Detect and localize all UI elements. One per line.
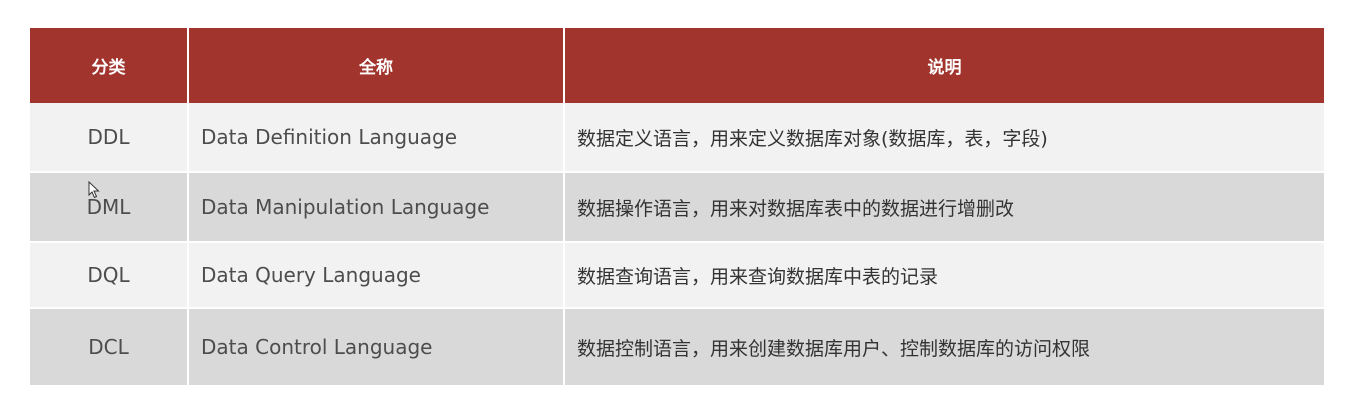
header-full-name: 全称 [188, 28, 565, 103]
header-description: 说明 [564, 28, 1324, 103]
row-description: 数据查询语言，用来查询数据库中表的记录 [564, 242, 1324, 309]
row-category: DDL [30, 103, 189, 173]
header-category: 分类 [30, 28, 189, 103]
row-full-name: Data Definition Language [188, 103, 565, 173]
row-category: DQL [30, 242, 189, 309]
sql-category-table: 分类 全称 说明 DDL Data Definition Language 数据… [30, 28, 1324, 387]
row-description: 数据操作语言，用来对数据库表中的数据进行增删改 [564, 172, 1324, 243]
mouse-pointer-icon [88, 181, 100, 199]
table-row: DDL Data Definition Language 数据定义语言，用来定义… [30, 103, 1324, 173]
table-row: DCL Data Control Language 数据控制语言，用来创建数据库… [30, 308, 1324, 387]
row-full-name: Data Manipulation Language [188, 172, 565, 243]
row-full-name: Data Query Language [188, 242, 565, 309]
table-row: DQL Data Query Language 数据查询语言，用来查询数据库中表… [30, 242, 1324, 309]
row-full-name: Data Control Language [188, 308, 565, 387]
row-category: DML [30, 172, 189, 243]
row-description: 数据控制语言，用来创建数据库用户、控制数据库的访问权限 [564, 308, 1324, 387]
row-category: DCL [30, 308, 189, 387]
table-body: DDL Data Definition Language 数据定义语言，用来定义… [30, 103, 1324, 387]
header-row: 分类 全称 说明 [30, 28, 1324, 103]
table-row: DML Data Manipulation Language 数据操作语言，用来… [30, 172, 1324, 243]
row-description: 数据定义语言，用来定义数据库对象(数据库，表，字段) [564, 103, 1324, 173]
table-header: 分类 全称 说明 [30, 28, 1324, 103]
